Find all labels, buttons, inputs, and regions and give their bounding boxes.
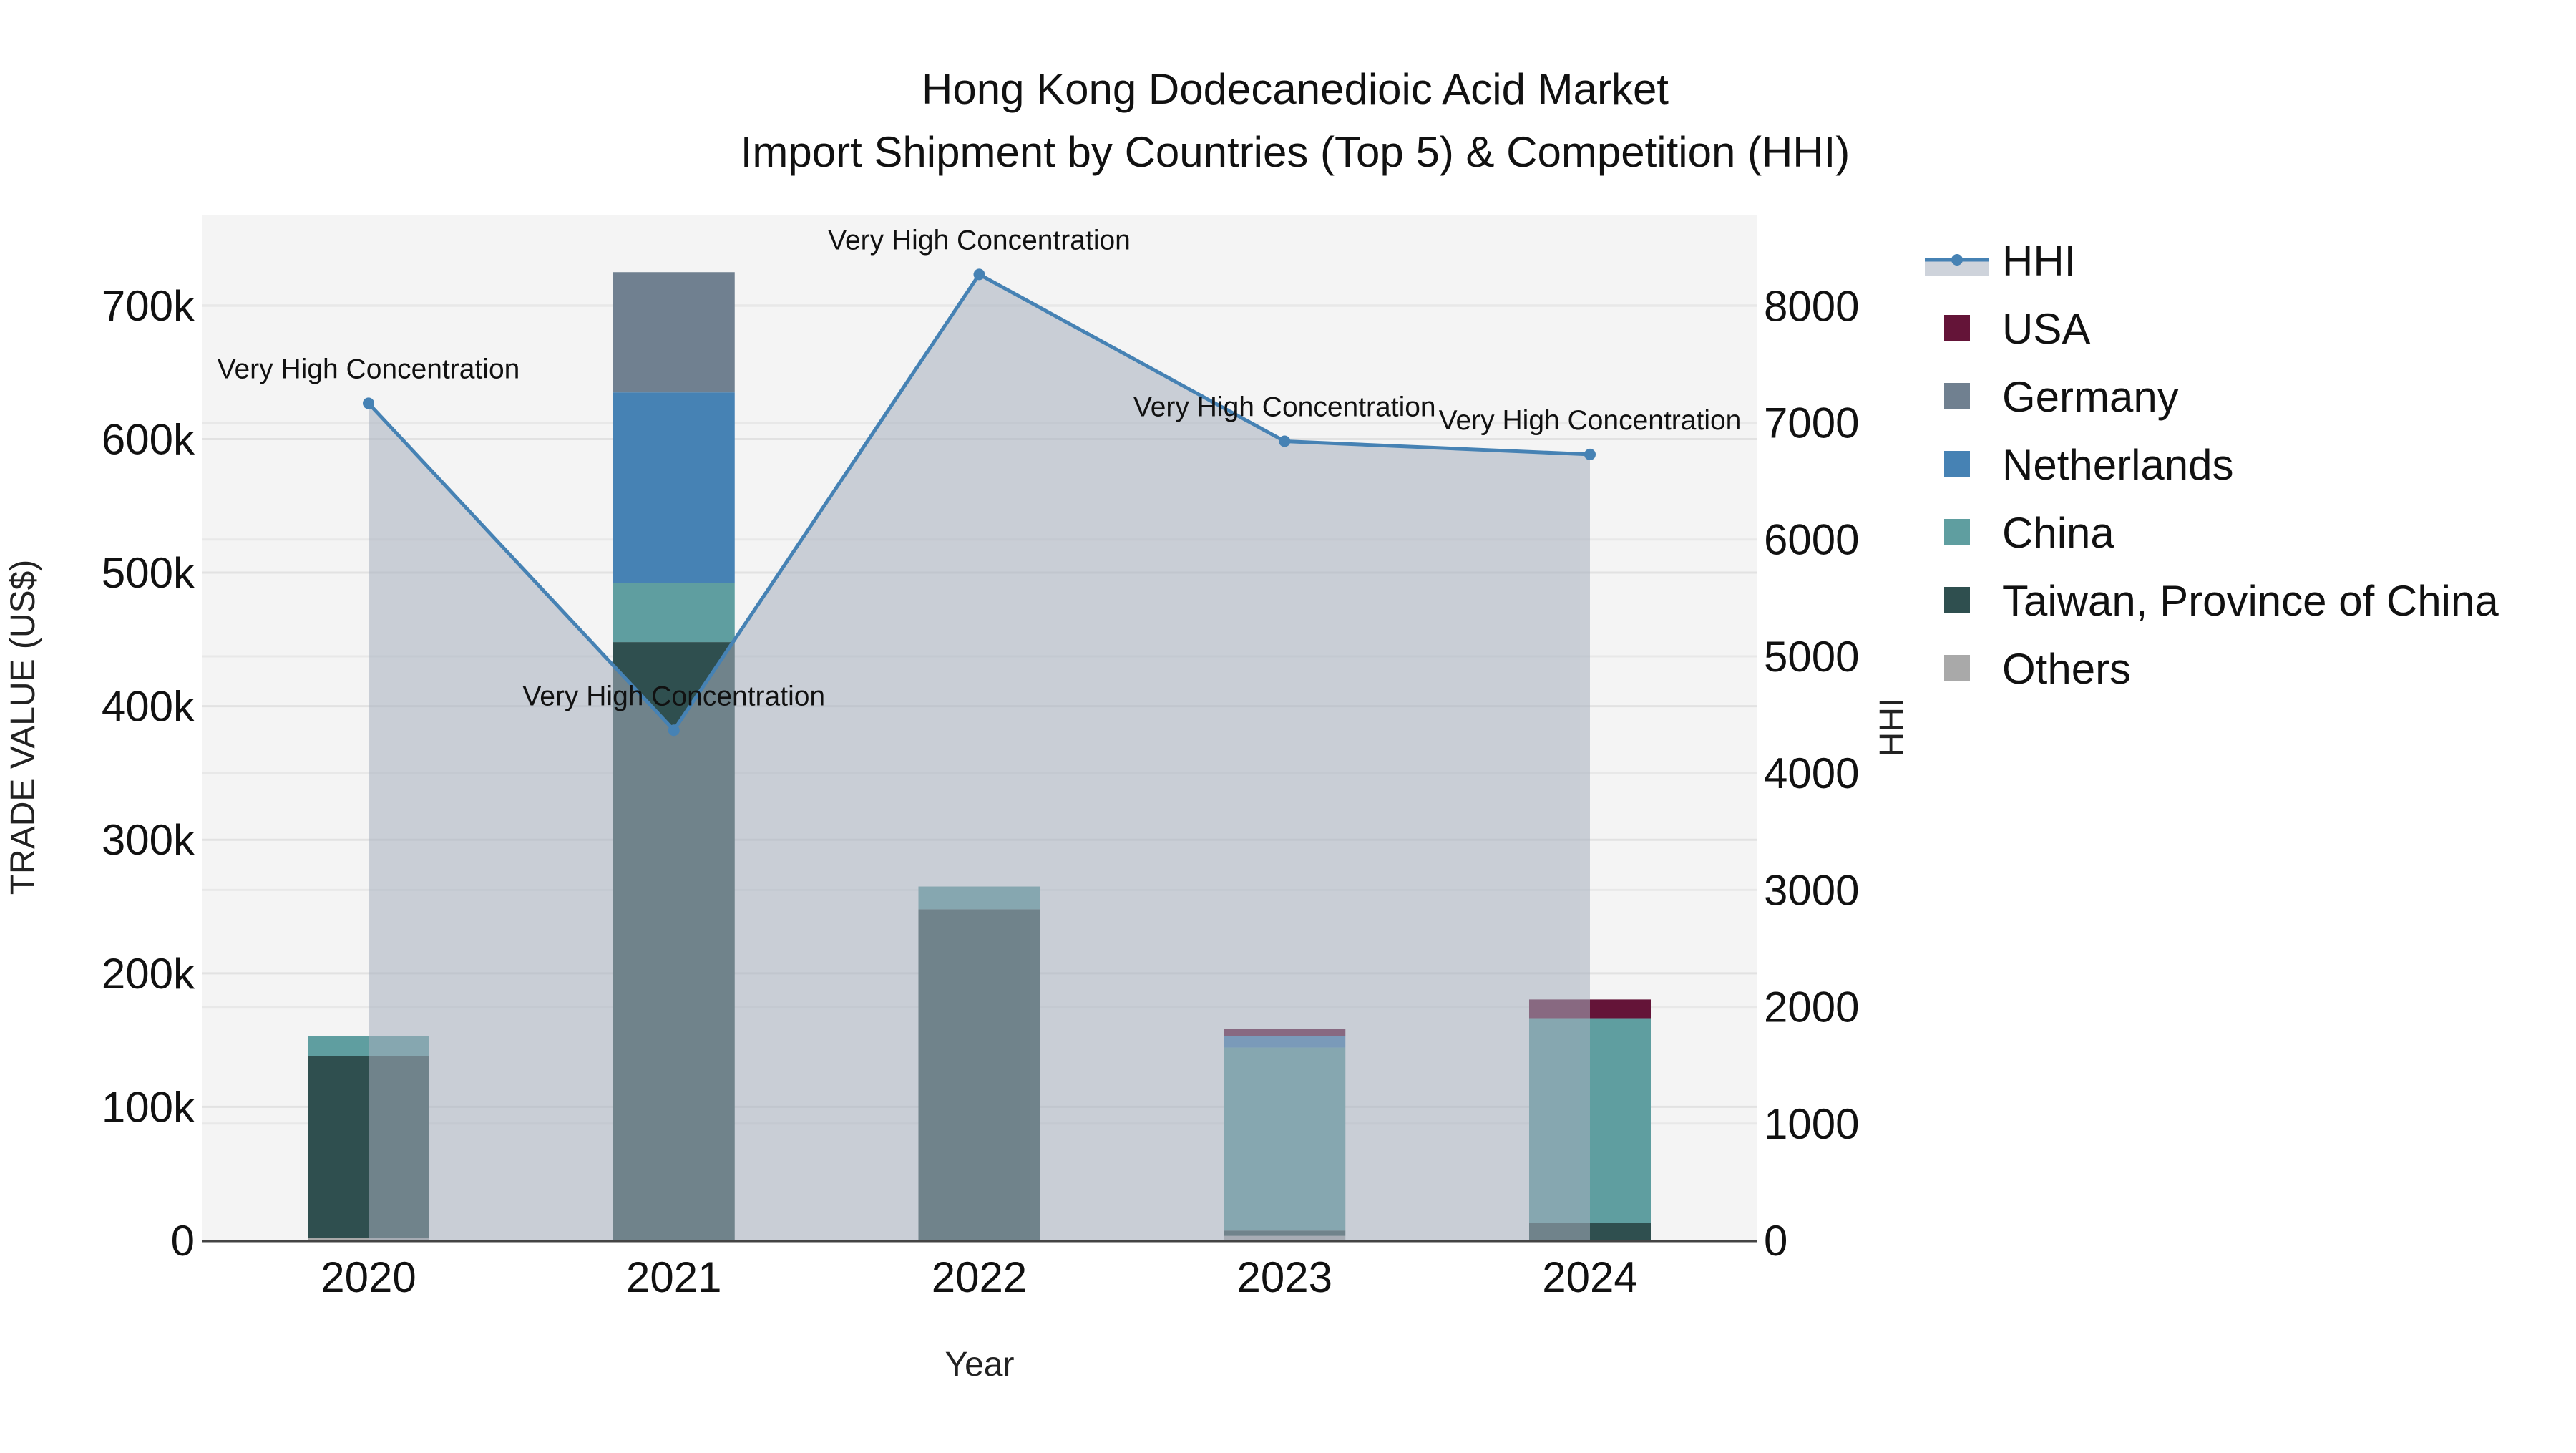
chart: Hong Kong Dodecanedioic Acid Market Impo… xyxy=(4,65,2499,1384)
y2-tick-label: 7000 xyxy=(1764,399,1859,447)
y-tick-label: 600k xyxy=(102,415,195,463)
y-axis-title: TRADE VALUE (US$) xyxy=(4,560,42,895)
legend-swatch xyxy=(1944,315,1970,341)
legend-label: Others xyxy=(2002,645,2131,693)
hhi-annotation: Very High Concentration xyxy=(828,225,1131,256)
legend-label: China xyxy=(2002,509,2114,557)
x-tick-label: 2022 xyxy=(932,1253,1027,1301)
hhi-point xyxy=(668,724,680,737)
legend-label: HHI xyxy=(2002,237,2076,285)
hhi-annotation: Very High Concentration xyxy=(522,681,825,711)
y2-tick-label: 6000 xyxy=(1764,516,1859,564)
legend-swatch xyxy=(1944,519,1970,545)
y2-tick-label: 8000 xyxy=(1764,282,1859,330)
chart-title: Hong Kong Dodecanedioic Acid Market xyxy=(922,65,1669,113)
y-tick-label: 200k xyxy=(102,950,195,998)
hhi-annotation: Very High Concentration xyxy=(1439,405,1742,436)
y-tick-label: 0 xyxy=(171,1217,195,1265)
legend-hhi-marker xyxy=(1951,254,1963,266)
hhi-point xyxy=(1584,448,1596,460)
legend-swatch xyxy=(1944,451,1970,477)
legend-label: USA xyxy=(2002,305,2090,353)
y2-axis-title: HHI xyxy=(1873,698,1911,757)
bar-netherlands xyxy=(613,392,735,583)
hhi-annotation: Very High Concentration xyxy=(1133,392,1436,422)
y2-tick-label: 0 xyxy=(1764,1217,1787,1265)
bar-germany xyxy=(613,272,735,393)
x-tick-label: 2021 xyxy=(626,1253,721,1301)
hhi-point xyxy=(973,268,985,281)
y-tick-label: 300k xyxy=(102,816,195,864)
legend-label: Taiwan, Province of China xyxy=(2002,577,2499,625)
y-tick-label: 500k xyxy=(102,549,195,597)
legend-label: Germany xyxy=(2002,373,2179,421)
y2-tick-label: 4000 xyxy=(1764,749,1859,797)
x-tick-label: 2023 xyxy=(1237,1253,1332,1301)
y2-tick-label: 5000 xyxy=(1764,633,1859,681)
hhi-annotation: Very High Concentration xyxy=(218,354,520,384)
y-tick-label: 400k xyxy=(102,683,195,731)
y2-tick-label: 1000 xyxy=(1764,1100,1859,1148)
y2-tick-label: 3000 xyxy=(1764,866,1859,914)
chart-subtitle: Import Shipment by Countries (Top 5) & C… xyxy=(741,128,1850,176)
x-tick-label: 2020 xyxy=(321,1253,416,1301)
legend-swatch xyxy=(1944,655,1970,681)
y-tick-label: 700k xyxy=(102,282,195,330)
y-tick-label: 100k xyxy=(102,1083,195,1131)
hhi-point xyxy=(1279,435,1291,447)
x-axis-title: Year xyxy=(945,1346,1015,1384)
legend-label: Netherlands xyxy=(2002,441,2234,489)
y2-tick-label: 2000 xyxy=(1764,983,1859,1031)
bar-china xyxy=(613,583,735,643)
x-tick-label: 2024 xyxy=(1542,1253,1637,1301)
legend-swatch xyxy=(1944,587,1970,613)
legend-swatch xyxy=(1944,383,1970,409)
hhi-point xyxy=(363,397,374,409)
